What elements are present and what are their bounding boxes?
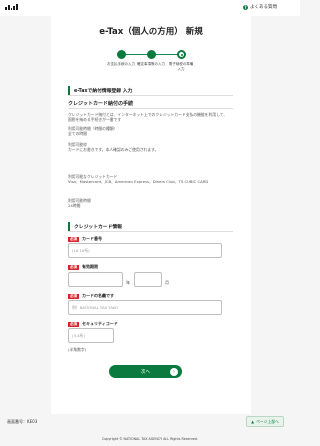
expiry-label: 必須 有効期限	[68, 264, 98, 270]
site-logo[interactable]	[5, 4, 18, 10]
step-1-label: お支払手続の入力	[107, 62, 135, 66]
question-icon: ?	[243, 4, 248, 10]
required-badge: 必須	[68, 264, 79, 270]
expiry-month-unit: 月	[165, 280, 169, 285]
arrow-right-icon: ›	[170, 367, 178, 376]
security-code-label: 必須 セキュリティコード	[68, 321, 118, 327]
required-badge: 必須	[68, 293, 79, 299]
required-badge: 必須	[68, 236, 79, 242]
card-form-title: クレジットカード情報	[74, 225, 122, 230]
copyright-text: Copyright © NATIONAL TAX AGENCY ALL Righ…	[102, 437, 198, 441]
step-1-dot	[117, 50, 126, 59]
back-to-top-button[interactable]: ▲ ページ上部へ	[246, 416, 284, 427]
expiry-year-input[interactable]	[68, 272, 123, 287]
progress-stepper: お支払手続の入力 確定事項等の入力 電子納税の準備 入力	[51, 44, 251, 80]
intro-line-2: 国税を納める手続きが一番です	[68, 117, 122, 122]
step-3-label: 電子納税の準備 入力	[168, 62, 194, 71]
hours-value: 24時間	[68, 203, 81, 208]
usage-value: カードにお書きです。本人確認のみご使用されます。	[68, 147, 159, 152]
screen-id: 画面番号：KE03	[7, 419, 38, 424]
step-2-label: 確定事項等の入力	[137, 62, 165, 66]
card-holder-input[interactable]	[68, 300, 222, 315]
back-to-top-label: ページ上部へ	[256, 418, 279, 424]
section-title: e-Taxで納付情報登録 入力	[74, 89, 133, 94]
site-footer: Copyright © NATIONAL TAX AGENCY ALL Righ…	[0, 431, 300, 446]
card-number-input[interactable]	[68, 243, 222, 258]
faq-label: よくある質問	[250, 5, 277, 10]
security-code-note: (半角数字)	[68, 347, 87, 352]
security-code-input[interactable]	[68, 328, 114, 343]
card-form-divider	[68, 231, 233, 232]
section-heading: e-Taxで納付情報登録 入力	[68, 86, 233, 95]
expiry-year-unit: 年	[126, 280, 130, 285]
step-2-dot	[147, 50, 156, 59]
fee-value: 全ての時間	[68, 131, 87, 136]
holder-label: 必須 カードの名義です	[68, 293, 114, 299]
expiry-month-input[interactable]	[134, 272, 162, 287]
card-form-heading: クレジットカード情報	[68, 222, 233, 231]
faq-link[interactable]: ? よくある質問	[243, 4, 277, 10]
page-title: e-Tax（個人の方用） 新規	[99, 27, 203, 37]
section-divider	[68, 95, 233, 96]
subhead-divider	[68, 108, 233, 109]
caret-up-icon: ▲	[251, 419, 255, 424]
step-3-dot	[177, 50, 186, 59]
card-number-label: 必須 カード番号	[68, 236, 102, 242]
brands-value: Visa、Mastercard、JCB、American Express、Din…	[68, 179, 209, 184]
required-badge: 必須	[68, 321, 79, 327]
site-header: ? よくある質問	[0, 0, 300, 16]
next-button[interactable]: 次へ ›	[109, 365, 182, 378]
credit-procedure-heading: クレジットカード納付の手続	[68, 101, 134, 107]
